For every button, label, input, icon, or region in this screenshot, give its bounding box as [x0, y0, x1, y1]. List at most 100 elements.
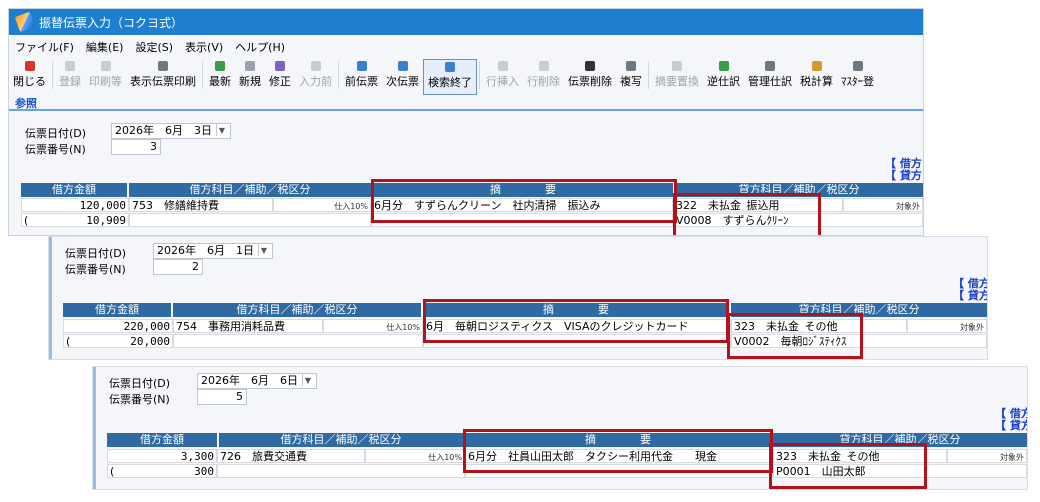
toolbar-button-11[interactable]: 行挿入	[482, 59, 523, 93]
debit-sub-cell[interactable]	[129, 213, 371, 227]
debit-amount-cell[interactable]: 120,000	[21, 198, 129, 212]
summary-cell[interactable]: 6月分 社員山田太郎 タクシー利用代金 現金	[465, 449, 773, 463]
voucher-date-field[interactable]: 2026年 6月 6日 ▼	[197, 373, 317, 389]
toolbar-button-0[interactable]: 閉じる	[9, 59, 50, 93]
menu-settings[interactable]: 設定(S)	[129, 39, 179, 57]
credit-sub-cell[interactable]: V0002 毎朝ﾛｼﾞｽﾃｨｸｽ	[731, 334, 987, 348]
debit-tax-amount-cell[interactable]: (300	[107, 464, 217, 478]
replace-icon	[672, 61, 682, 71]
toolbar-button-18[interactable]: 税計算	[796, 59, 837, 93]
voucher-number-field[interactable]: 3	[111, 139, 161, 155]
credit-sub-name: 山田太郎	[821, 465, 866, 478]
debit-tax-amount: 20,000	[130, 335, 170, 348]
voucher-date-field[interactable]: 2026年 6月 1日 ▼	[153, 243, 273, 259]
toolbar-button-4[interactable]: 最新	[205, 59, 235, 93]
debit-account-cell[interactable]: 754 事務用消耗品費	[173, 319, 323, 333]
summary-cell-2[interactable]	[423, 334, 731, 348]
credit-tax-cell[interactable]: 対象外	[843, 198, 923, 212]
debit-tax-amount-cell[interactable]: (20,000	[63, 334, 173, 348]
col-debit-account: 借方科目／補助／税区分	[173, 303, 421, 317]
credit-account-cell[interactable]: 322 未払金_振込用	[673, 198, 843, 212]
toolbar-button-13[interactable]: 伝票削除	[564, 59, 616, 93]
col-debit-amount: 借方金額	[107, 433, 217, 447]
toolbar-button-5[interactable]: 新規	[235, 59, 265, 93]
debit-tax-amount-cell[interactable]: (10,909	[21, 213, 129, 227]
col-debit-account: 借方科目／補助／税区分	[219, 433, 463, 447]
toolbar-button-1[interactable]: 登録	[55, 59, 85, 93]
debit-sub-cell[interactable]	[173, 334, 423, 348]
toolbar-button-19[interactable]: ﾏｽﾀｰ登	[837, 59, 878, 93]
debit-amount-cell[interactable]: 220,000	[63, 319, 173, 333]
debit-amount-cell[interactable]: 3,300	[107, 449, 217, 463]
credit-code: 323	[734, 320, 755, 333]
credit-sub-code: P0001	[776, 465, 811, 478]
chevron-down-icon[interactable]: ▼	[258, 244, 269, 256]
debit-sub-cell[interactable]	[217, 464, 465, 478]
debit-account-cell[interactable]: 753 修繕維持費	[129, 198, 273, 212]
summary-cell-2[interactable]	[371, 213, 673, 227]
voucher-panel-3: 伝票日付(D) 2026年 6月 6日▼ 伝票番号(N) 5 【 借方 【 貸方…	[92, 366, 1028, 490]
toolbar-button-9[interactable]: 次伝票	[382, 59, 423, 93]
col-debit-account: 借方科目／補助／税区分	[129, 183, 371, 197]
toolbar-separator	[338, 61, 339, 89]
ledger-icon	[765, 61, 775, 71]
credit-account-cell[interactable]: 323 未払金_その他	[773, 449, 947, 463]
voucher-date-field[interactable]: 2026年 6月 3日 ▼	[111, 123, 231, 139]
credit-name: 未払金_その他	[766, 320, 838, 333]
menu-help[interactable]: ヘルプ(H)	[229, 39, 291, 57]
window-title: 振替伝票入力（コクヨ式）	[39, 15, 184, 30]
toolbar-separator	[202, 61, 203, 89]
toolbar-button-15[interactable]: 摘要置換	[651, 59, 703, 93]
debit-account-cell[interactable]: 726 旅費交通費	[217, 449, 365, 463]
credit-sub-cell[interactable]: P0001 山田太郎	[773, 464, 1027, 478]
toolbar-button-17[interactable]: 管理仕訳	[744, 59, 796, 93]
toolbar-button-7[interactable]: 入力前	[295, 59, 336, 93]
menu-view[interactable]: 表示(V)	[179, 39, 229, 57]
credit-name: 未払金_その他	[808, 450, 880, 463]
chevron-down-icon[interactable]: ▼	[302, 374, 313, 386]
debit-tax-cell[interactable]: 仕入10%	[273, 198, 371, 212]
toolbar-button-10[interactable]: 検索終了	[423, 59, 477, 95]
toolbar-button-label: 登録	[59, 75, 81, 88]
voucher-number-field[interactable]: 5	[197, 389, 247, 405]
credit-code: 323	[776, 450, 797, 463]
tax-prefix: (	[110, 465, 115, 478]
credit-code: 322	[676, 199, 697, 212]
summary-cell-2[interactable]	[465, 464, 773, 478]
voucher-date-label: 伝票日付(D)	[65, 247, 127, 260]
toolbar-button-label: 逆仕訳	[707, 75, 740, 88]
toolbar-button-2[interactable]: 印刷等	[85, 59, 126, 93]
voucher-date-label: 伝票日付(D)	[109, 377, 171, 390]
toolbar-button-16[interactable]: 逆仕訳	[703, 59, 744, 93]
voucher-date-label: 伝票日付(D)	[25, 127, 87, 140]
insert-row-icon	[497, 61, 508, 71]
close-icon	[24, 61, 35, 71]
menu-file[interactable]: ファイル(F)	[9, 39, 80, 57]
chevron-down-icon[interactable]: ▼	[216, 124, 227, 136]
toolbar-button-3[interactable]: 表示伝票印刷	[126, 59, 200, 93]
toolbar-button-6[interactable]: 修正	[265, 59, 295, 93]
voucher-number-field[interactable]: 2	[153, 259, 203, 275]
voucher-date-value: 2026年 6月 6日	[201, 374, 298, 387]
col-credit-account: 貸方科目／補助／税区分	[675, 183, 923, 197]
toolbar-button-8[interactable]: 前伝票	[341, 59, 382, 93]
toolbar-button-14[interactable]: 複写	[616, 59, 646, 93]
delete-row-icon	[538, 61, 549, 71]
credit-name: 未払金_振込用	[708, 199, 780, 212]
credit-sub-name: 毎朝ﾛｼﾞｽﾃｨｸｽ	[780, 335, 847, 348]
debit-tax-cell[interactable]: 仕入10%	[365, 449, 465, 463]
summary-cell[interactable]: 6月分 すずらんクリーン 社内清掃 振込み	[371, 198, 673, 212]
credit-tax-cell[interactable]: 対象外	[907, 319, 987, 333]
menu-edit[interactable]: 編集(E)	[80, 39, 130, 57]
credit-account-cell[interactable]: 323 未払金_その他	[731, 319, 907, 333]
summary-cell[interactable]: 6月 毎朝ロジスティクス VISAのクレジットカード	[423, 319, 731, 333]
credit-sub-cell[interactable]: V0008 すずらんｸﾘｰﾝ	[673, 213, 923, 227]
next-icon	[397, 61, 408, 71]
toolbar-button-label: ﾏｽﾀｰ登	[841, 75, 874, 88]
toolbar-button-label: 伝票削除	[568, 75, 612, 88]
voucher-date-value: 2026年 6月 3日	[115, 124, 212, 137]
toolbar-button-label: 印刷等	[89, 75, 122, 88]
toolbar-button-12[interactable]: 行削除	[523, 59, 564, 93]
debit-tax-cell[interactable]: 仕入10%	[323, 319, 423, 333]
credit-tax-cell[interactable]: 対象外	[947, 449, 1027, 463]
